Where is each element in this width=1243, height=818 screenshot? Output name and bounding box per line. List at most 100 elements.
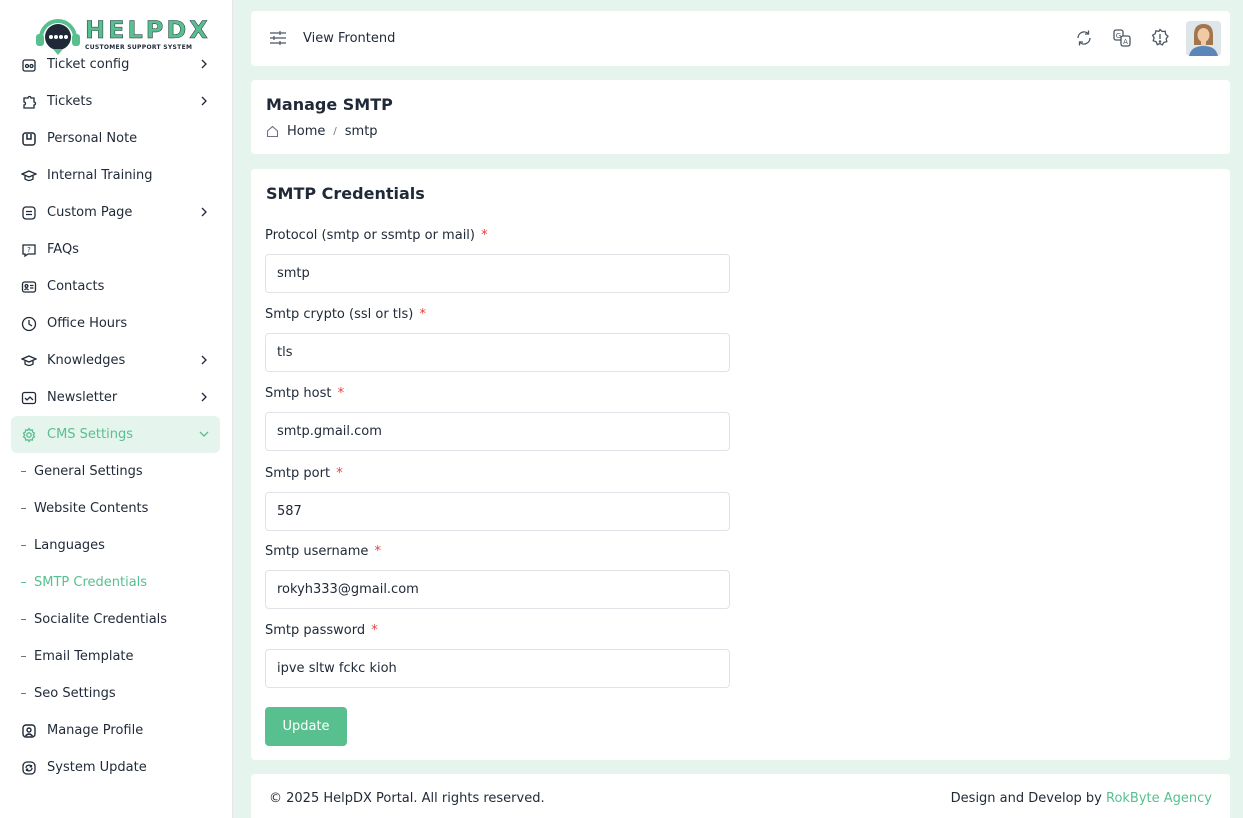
submenu-item-general-settings[interactable]: General Settings [11, 453, 220, 490]
copyright-text: © 2025 HelpDX Portal. All rights reserve… [269, 791, 545, 806]
note-icon [21, 131, 37, 147]
sidebar-item-newsletter[interactable]: Newsletter [11, 379, 220, 416]
sidebar-item-label: Manage Profile [47, 723, 144, 738]
dash-icon [21, 619, 26, 620]
submenu-item-smtp-credentials[interactable]: SMTP Credentials [11, 564, 220, 601]
crypto-field: Smtp crypto (ssl or tls) * tls [265, 307, 730, 372]
sidebar: HELPDX CUSTOMER SUPPORT SYSTEM Ticket co… [0, 0, 233, 818]
sidebar-item-faqs[interactable]: ? FAQs [11, 231, 220, 268]
submenu-item-languages[interactable]: Languages [11, 527, 220, 564]
alert-icon[interactable] [1150, 28, 1170, 48]
top-header: View Frontend GA [251, 11, 1230, 66]
chevron-right-icon [198, 206, 210, 218]
protocol-label: Protocol (smtp or ssmtp or mail) * [265, 228, 488, 243]
avatar[interactable] [1186, 21, 1221, 56]
submenu-item-email-template[interactable]: Email Template [11, 638, 220, 675]
gear-icon [21, 426, 37, 443]
submenu-item-website-contents[interactable]: Website Contents [11, 490, 220, 527]
dash-icon [21, 471, 26, 472]
page-title-card: Manage SMTP Home / smtp [251, 80, 1230, 154]
knowledge-icon [21, 353, 37, 369]
logo[interactable]: HELPDX CUSTOMER SUPPORT SYSTEM [33, 10, 208, 58]
dash-icon [21, 693, 26, 694]
crypto-input[interactable]: tls [265, 333, 730, 372]
svg-text:A: A [1123, 38, 1128, 46]
smtp-form-card: SMTP Credentials Protocol (smtp or ssmtp… [251, 169, 1230, 760]
sidebar-item-system-update[interactable]: System Update [11, 749, 220, 786]
sidebar-item-label: Office Hours [47, 316, 128, 331]
protocol-field: Protocol (smtp or ssmtp or mail) * smtp [265, 228, 730, 293]
port-label: Smtp port * [265, 466, 343, 481]
port-input[interactable]: 587 [265, 492, 730, 531]
update-icon [21, 760, 37, 776]
sidebar-item-contacts[interactable]: Contacts [11, 268, 220, 305]
sidebar-item-label: Newsletter [47, 390, 118, 405]
contacts-icon [21, 279, 37, 295]
sidebar-item-label: Ticket config [47, 57, 130, 72]
password-field: Smtp password * ipve sltw fckc kioh [265, 623, 730, 688]
host-input[interactable]: smtp.gmail.com [265, 412, 730, 451]
sidebar-item-manage-profile[interactable]: Manage Profile [11, 712, 220, 749]
clock-icon [21, 316, 37, 332]
agency-link[interactable]: RokByte Agency [1106, 791, 1212, 806]
submenu-item-label: General Settings [34, 464, 143, 479]
host-field: Smtp host * smtp.gmail.com [265, 386, 730, 451]
sidebar-item-label: System Update [47, 760, 147, 775]
sidebar-nav: Ticket config Tickets Personal Note Inte… [11, 46, 220, 786]
sliders-menu-icon[interactable] [269, 30, 287, 46]
sidebar-item-custom-page[interactable]: Custom Page [11, 194, 220, 231]
sidebar-item-label: Custom Page [47, 205, 133, 220]
brand-name: HELPDX [85, 15, 211, 44]
page-icon [21, 205, 37, 221]
port-field: Smtp port * 587 [265, 466, 730, 531]
chevron-right-icon [198, 95, 210, 107]
training-icon [21, 168, 37, 184]
ticket-config-icon [21, 57, 37, 73]
submenu-item-label: Seo Settings [34, 686, 116, 701]
headset-logo-icon [33, 12, 83, 56]
form-title: SMTP Credentials [266, 184, 425, 203]
refresh-icon[interactable] [1074, 28, 1094, 48]
submenu-item-socialite-credentials[interactable]: Socialite Credentials [11, 601, 220, 638]
submenu-item-label: Languages [34, 538, 105, 553]
breadcrumb-separator: / [333, 126, 337, 137]
newsletter-icon [21, 390, 37, 406]
submenu-item-label: SMTP Credentials [34, 575, 148, 590]
sidebar-item-tickets[interactable]: Tickets [11, 83, 220, 120]
breadcrumb-current: smtp [344, 124, 378, 139]
translate-icon[interactable]: GA [1112, 28, 1132, 48]
view-frontend-link[interactable]: View Frontend [303, 31, 395, 46]
username-label: Smtp username * [265, 544, 382, 559]
sidebar-item-label: Contacts [47, 279, 105, 294]
submenu-item-label: Socialite Credentials [34, 612, 168, 627]
required-marker: * [374, 544, 382, 559]
username-input[interactable]: rokyh333@gmail.com [265, 570, 730, 609]
sidebar-item-label: FAQs [47, 242, 79, 257]
sidebar-item-label: Personal Note [47, 131, 138, 146]
credit-text: Design and Develop by RokByte Agency [951, 791, 1212, 806]
home-icon [266, 125, 279, 138]
svg-text:?: ? [27, 246, 31, 254]
sidebar-item-label: CMS Settings [47, 427, 133, 442]
faq-icon: ? [21, 242, 37, 258]
sidebar-item-personal-note[interactable]: Personal Note [11, 120, 220, 157]
required-marker: * [481, 228, 488, 243]
submenu-item-seo-settings[interactable]: Seo Settings [11, 675, 220, 712]
breadcrumb-home-link[interactable]: Home [287, 124, 325, 139]
required-marker: * [419, 307, 427, 322]
sidebar-item-knowledges[interactable]: Knowledges [11, 342, 220, 379]
profile-icon [21, 723, 37, 739]
sidebar-item-cms-settings[interactable]: CMS Settings [11, 416, 220, 453]
update-button[interactable]: Update [265, 707, 347, 746]
chevron-down-icon [198, 428, 210, 440]
host-label: Smtp host * [265, 386, 345, 401]
breadcrumb: Home / smtp [266, 124, 378, 139]
crypto-label: Smtp crypto (ssl or tls) * [265, 307, 427, 322]
dash-icon [21, 545, 26, 546]
password-input[interactable]: ipve sltw fckc kioh [265, 649, 730, 688]
sidebar-item-office-hours[interactable]: Office Hours [11, 305, 220, 342]
chevron-right-icon [198, 391, 210, 403]
submenu-item-label: Website Contents [34, 501, 149, 516]
protocol-input[interactable]: smtp [265, 254, 730, 293]
sidebar-item-internal-training[interactable]: Internal Training [11, 157, 220, 194]
